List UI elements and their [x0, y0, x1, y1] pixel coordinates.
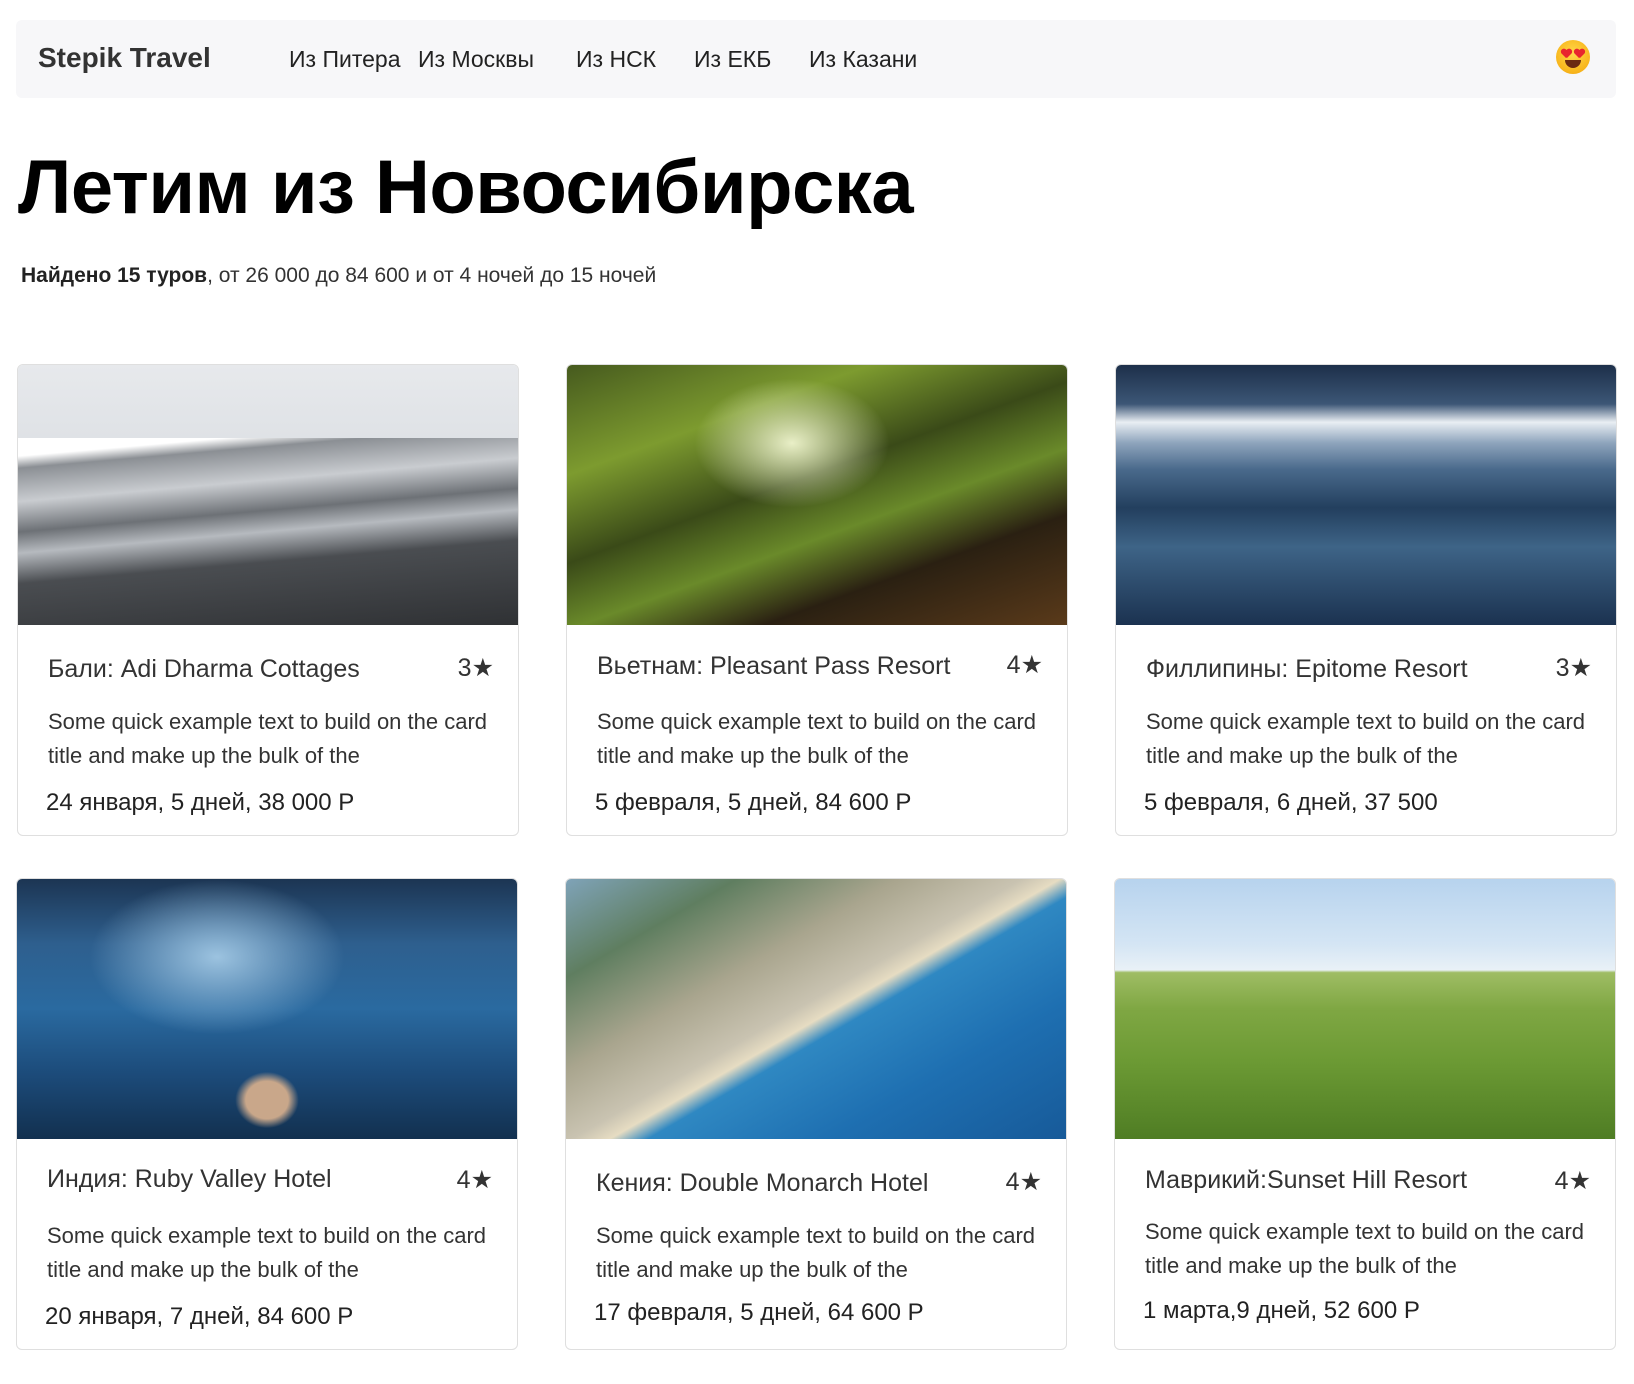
tour-description: Some quick example text to build on the …: [1146, 709, 1586, 768]
tour-title: Филлипины: Epitome Resort: [1146, 655, 1468, 683]
tour-image[interactable]: [17, 879, 517, 1139]
page-title: Летим из Новосибирска: [18, 150, 914, 226]
tour-rating: 3★: [457, 654, 494, 682]
tour-description: Some quick example text to build on the …: [47, 1223, 487, 1282]
tour-image[interactable]: [566, 879, 1066, 1139]
nav-link-nsk[interactable]: Из НСК: [576, 46, 656, 73]
nav-link-ekb[interactable]: Из ЕКБ: [694, 46, 771, 73]
tour-card[interactable]: Филлипины: Epitome Resort 3★ Some quick …: [1115, 364, 1617, 836]
tour-card[interactable]: Индия: Ruby Valley Hotel 4★ Some quick e…: [16, 878, 518, 1350]
tour-description: Some quick example text to build on the …: [1145, 1219, 1585, 1278]
tours-range: , от 26 000 до 84 600 и от 4 ночей до 15…: [207, 264, 657, 287]
tour-card[interactable]: Маврикий:Sunset Hill Resort 4★ Some quic…: [1114, 878, 1616, 1350]
navbar: Stepik Travel Из Питера Из Москвы Из НСК…: [16, 20, 1616, 98]
tour-details: 24 января, 5 дней, 38 000 Р: [46, 789, 355, 816]
tour-image[interactable]: [1115, 879, 1615, 1139]
tour-details: 5 февраля, 5 дней, 84 600 Р: [595, 789, 912, 816]
tour-rating: 4★: [1005, 1168, 1042, 1196]
tours-found-count: Найдено 15 туров: [21, 264, 208, 287]
tour-title: Вьетнам: Pleasant Pass Resort: [597, 652, 951, 680]
tour-title: Индия: Ruby Valley Hotel: [47, 1165, 332, 1193]
tour-title: Бали: Adi Dharma Cottages: [48, 655, 360, 683]
nav-link-kazan[interactable]: Из Казани: [809, 46, 917, 73]
tour-image[interactable]: [18, 365, 518, 625]
heart-eyes-emoji-icon[interactable]: [1556, 40, 1590, 74]
tour-rating: 3★: [1555, 654, 1592, 682]
tour-image[interactable]: [567, 365, 1067, 625]
tour-card[interactable]: Вьетнам: Pleasant Pass Resort 4★ Some qu…: [566, 364, 1068, 836]
tours-summary: Найдено 15 туров, от 26 000 до 84 600 и …: [21, 264, 656, 288]
tour-title: Кения: Double Monarch Hotel: [596, 1169, 929, 1197]
tour-description: Some quick example text to build on the …: [596, 1223, 1036, 1282]
tour-details: 1 марта,9 дней, 52 600 Р: [1143, 1297, 1420, 1324]
tour-description: Some quick example text to build on the …: [597, 709, 1037, 768]
tour-card[interactable]: Бали: Adi Dharma Cottages 3★ Some quick …: [17, 364, 519, 836]
nav-link-spb[interactable]: Из Питера: [289, 46, 401, 73]
tour-image[interactable]: [1116, 365, 1616, 625]
tour-details: 5 февраля, 6 дней, 37 500: [1144, 789, 1438, 816]
tour-card[interactable]: Кения: Double Monarch Hotel 4★ Some quic…: [565, 878, 1067, 1350]
page-title-city: Новосибирска: [374, 145, 914, 230]
tour-description: Some quick example text to build on the …: [48, 709, 488, 768]
tour-rating: 4★: [1006, 651, 1043, 679]
tour-details: 20 января, 7 дней, 84 600 Р: [45, 1303, 354, 1330]
nav-link-moscow[interactable]: Из Москвы: [418, 46, 534, 73]
tour-details: 17 февраля, 5 дней, 64 600 Р: [594, 1299, 924, 1326]
tour-rating: 4★: [1554, 1167, 1591, 1195]
tour-title: Маврикий:Sunset Hill Resort: [1145, 1166, 1468, 1194]
tour-rating: 4★: [456, 1166, 493, 1194]
page-title-prefix: Летим из: [18, 145, 375, 230]
brand-link[interactable]: Stepik Travel: [38, 42, 211, 74]
